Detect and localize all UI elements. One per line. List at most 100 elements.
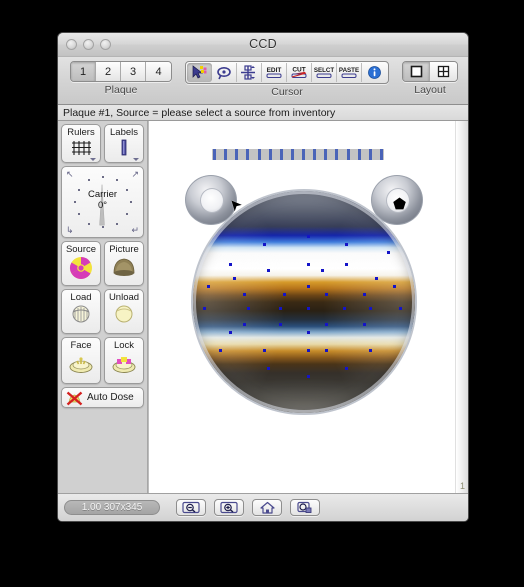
- measurement-point[interactable]: [279, 307, 282, 310]
- load-button[interactable]: Load: [61, 289, 101, 334]
- measurement-point[interactable]: [345, 367, 348, 370]
- measurement-point[interactable]: [243, 293, 246, 296]
- home-button[interactable]: [252, 499, 282, 516]
- measurement-point[interactable]: [363, 293, 366, 296]
- measurement-point[interactable]: [307, 235, 310, 238]
- window-titlebar[interactable]: CCD: [58, 33, 468, 57]
- single-pane-layout[interactable]: [403, 62, 430, 81]
- scale-tick: [235, 149, 239, 160]
- measurement-point[interactable]: [345, 243, 348, 246]
- plaque-button-2[interactable]: 2: [96, 62, 121, 81]
- cut-tool[interactable]: CUT: [287, 63, 312, 82]
- measurement-point[interactable]: [363, 323, 366, 326]
- handle-marker[interactable]: ⬟: [393, 197, 406, 212]
- plaque-button-4[interactable]: 4: [146, 62, 171, 81]
- grid-icon: [71, 139, 91, 157]
- measurement-point[interactable]: [387, 251, 390, 254]
- quad-pane-layout[interactable]: [430, 62, 457, 81]
- face-button[interactable]: Face: [61, 337, 101, 384]
- measurement-point[interactable]: [229, 331, 232, 334]
- measurement-point[interactable]: [307, 285, 310, 288]
- measurement-point[interactable]: [307, 375, 310, 378]
- select-tool[interactable]: SELCT: [312, 63, 337, 82]
- cursor-toolstrip[interactable]: EDIT CUT SELCT PASTE: [185, 61, 389, 84]
- picture-button[interactable]: Picture: [104, 241, 144, 286]
- scale-tick: [324, 149, 328, 160]
- plaque-canvas[interactable]: ➤ ⬟: [149, 121, 468, 493]
- measurement-point[interactable]: [325, 293, 328, 296]
- main-toolbar: 1 2 3 4 Plaque EDIT CUT SELCT PASTE Curs…: [58, 57, 468, 105]
- auto-dose-disabled-icon: [66, 391, 83, 406]
- carrier-label: Carrier: [87, 189, 118, 200]
- auto-dose-button[interactable]: Auto Dose: [61, 387, 144, 408]
- plaque-image[interactable]: ➤ ⬟: [185, 169, 423, 419]
- unload-label: Unload: [108, 292, 140, 303]
- measurement-point[interactable]: [375, 277, 378, 280]
- measurement-point[interactable]: [393, 285, 396, 288]
- source-button[interactable]: Source: [61, 241, 101, 286]
- window-body: Rulers Labels ↖ ↗ ↳ ↵ Carrier 0° Source …: [58, 121, 468, 493]
- measurement-point[interactable]: [219, 349, 222, 352]
- plaque-button-3[interactable]: 3: [121, 62, 146, 81]
- measurement-point[interactable]: [243, 323, 246, 326]
- desktop-backdrop: CCD 1 2 3 4 Plaque EDIT CUT SELCT PASTE …: [0, 0, 524, 587]
- measurement-point[interactable]: [263, 349, 266, 352]
- duplicate-view-button[interactable]: [290, 499, 320, 516]
- load-disc-icon: [70, 304, 92, 324]
- measurement-point[interactable]: [399, 307, 402, 310]
- measurement-point[interactable]: [307, 307, 310, 310]
- measurement-point[interactable]: [325, 349, 328, 352]
- edit-tool[interactable]: EDIT: [262, 63, 287, 82]
- labels-chevron-down-icon[interactable]: [133, 158, 139, 161]
- zoom-out-button[interactable]: [176, 499, 206, 516]
- measurement-point[interactable]: [369, 349, 372, 352]
- status-message: Plaque #1, Source = please select a sour…: [58, 105, 468, 121]
- zoom-in-button[interactable]: [214, 499, 244, 516]
- labels-button[interactable]: Labels: [104, 124, 144, 163]
- plaque-segmented-control[interactable]: 1 2 3 4: [70, 61, 172, 82]
- lasso-tool[interactable]: [212, 63, 237, 82]
- measurement-point[interactable]: [203, 307, 206, 310]
- measurement-point[interactable]: [283, 293, 286, 296]
- measurement-point[interactable]: [207, 285, 210, 288]
- close-button[interactable]: [66, 39, 77, 50]
- select-point-tool[interactable]: [187, 63, 212, 82]
- image-canvas-area[interactable]: ➤ ⬟ 1: [148, 121, 468, 493]
- plaque-button-1[interactable]: 1: [71, 62, 96, 81]
- lock-button[interactable]: Lock: [104, 337, 144, 384]
- measurement-point[interactable]: [307, 331, 310, 334]
- measurement-point[interactable]: [307, 263, 310, 266]
- plaque-disc[interactable]: [191, 189, 417, 415]
- unload-disc-icon: [113, 304, 135, 324]
- unload-button[interactable]: Unload: [104, 289, 144, 334]
- measurement-point[interactable]: [343, 307, 346, 310]
- measurement-point[interactable]: [233, 277, 236, 280]
- info-tool[interactable]: [362, 63, 387, 82]
- rulers-button[interactable]: Rulers: [61, 124, 101, 163]
- svg-text:PASTE: PASTE: [339, 67, 359, 74]
- carrier-dial[interactable]: ↖ ↗ ↳ ↵ Carrier 0°: [61, 166, 144, 238]
- rulers-chevron-down-icon[interactable]: [90, 158, 96, 161]
- measurement-point[interactable]: [263, 243, 266, 246]
- measurement-point[interactable]: [267, 269, 270, 272]
- measurement-point[interactable]: [307, 349, 310, 352]
- zoom-button[interactable]: [100, 39, 111, 50]
- measurement-point[interactable]: [345, 263, 348, 266]
- cursor-caption: Cursor: [271, 86, 303, 98]
- measurement-point[interactable]: [247, 307, 250, 310]
- minimize-button[interactable]: [83, 39, 94, 50]
- paste-tool[interactable]: PASTE: [337, 63, 362, 82]
- measurement-point[interactable]: [369, 307, 372, 310]
- measurement-point[interactable]: [229, 263, 232, 266]
- scale-tick: [257, 149, 261, 160]
- window-controls: [66, 39, 111, 50]
- measurement-point[interactable]: [325, 323, 328, 326]
- auto-dose-label: Auto Dose: [87, 392, 134, 403]
- layout-segmented-control[interactable]: [402, 61, 458, 82]
- svg-text:EDIT: EDIT: [267, 67, 282, 74]
- scale-ruler-bar: [212, 149, 384, 160]
- measurement-point[interactable]: [267, 367, 270, 370]
- align-distribute-tool[interactable]: [237, 63, 262, 82]
- measurement-point[interactable]: [321, 269, 324, 272]
- measurement-point[interactable]: [279, 323, 282, 326]
